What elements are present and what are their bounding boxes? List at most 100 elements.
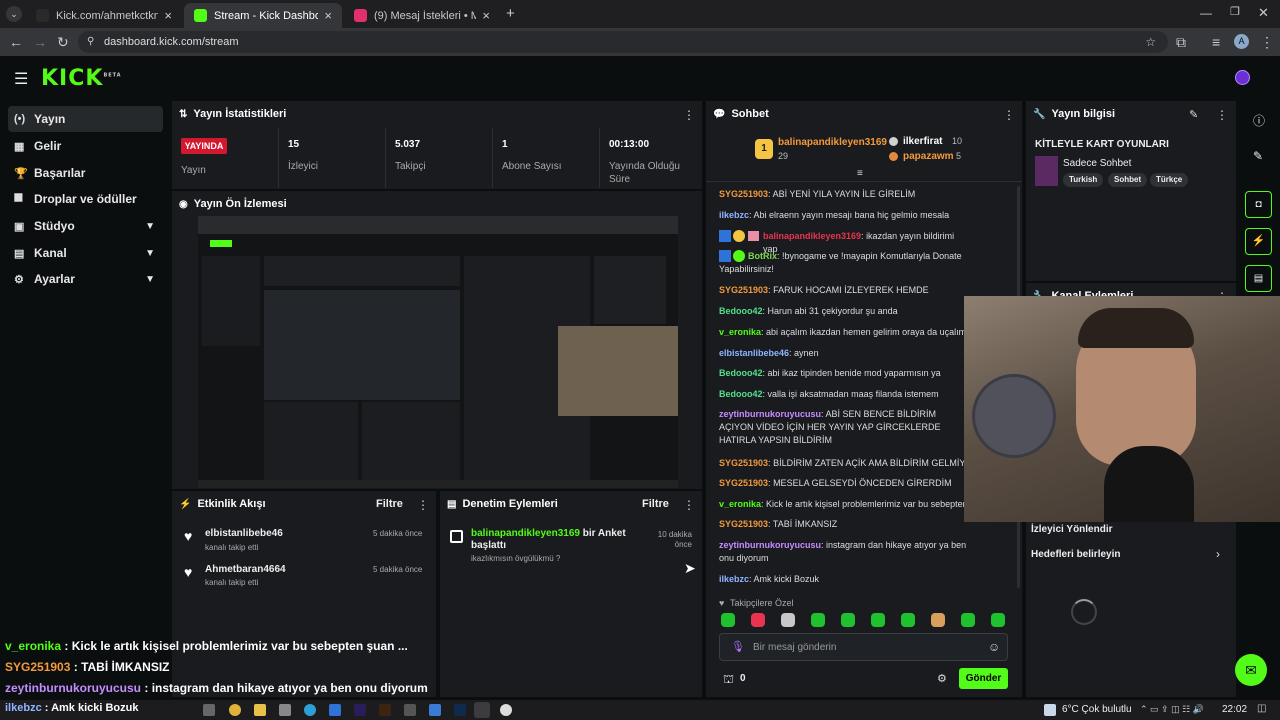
- close-tab-icon[interactable]: ×: [482, 8, 490, 23]
- close-window-icon[interactable]: ✕: [1258, 5, 1269, 21]
- chat-user[interactable]: ilkebzc: [719, 210, 749, 220]
- chat-user[interactable]: Bedooo42: [719, 389, 763, 399]
- sidebar-item-ayarlar[interactable]: ⚙ Ayarlar ▼: [8, 266, 163, 292]
- extensions-icon[interactable]: ⧉: [1176, 34, 1186, 51]
- info-icon[interactable]: ⓘ: [1253, 112, 1265, 129]
- chevron-right-icon[interactable]: ›: [1216, 547, 1220, 561]
- emote-icon[interactable]: [811, 613, 825, 627]
- pinned-toggle-icon[interactable]: ≡: [857, 168, 863, 179]
- photoshop-icon[interactable]: [454, 704, 466, 716]
- emote-icon[interactable]: [961, 613, 975, 627]
- second-gifter-name[interactable]: ilkerfirat: [903, 136, 942, 147]
- stream-preview-video[interactable]: [198, 216, 678, 488]
- hamburger-menu-icon[interactable]: ☰: [14, 69, 28, 89]
- browser-tab-kick-channel[interactable]: Kick.com/ahmetkctkn ×: [26, 3, 182, 28]
- chat-input[interactable]: 🎙 Bir mesaj gönderin ☺: [719, 633, 1008, 661]
- filter-button[interactable]: Filtre: [642, 498, 669, 510]
- close-tab-icon[interactable]: ×: [324, 8, 332, 23]
- chat-user[interactable]: elbistanlibebe46: [719, 348, 789, 358]
- set-goals-action[interactable]: Hedefleri belirleyin: [1031, 549, 1120, 560]
- chat-user[interactable]: zeytinburnukoruyucusu: [719, 409, 821, 419]
- chat-settings-icon[interactable]: ⚙: [937, 672, 947, 685]
- tray-icons[interactable]: ⌃ ▭ ⇪ ◫ ☷ 🔊: [1140, 704, 1204, 715]
- emote-icon[interactable]: [901, 613, 915, 627]
- bookmark-star-icon[interactable]: ☆: [1145, 35, 1156, 49]
- back-icon[interactable]: ←: [9, 34, 23, 50]
- third-gifter-name[interactable]: papazawm: [903, 151, 954, 162]
- chat-user[interactable]: SYG251903: [719, 478, 768, 488]
- tag-badge[interactable]: Türkçe: [1150, 173, 1189, 187]
- chrome-active-icon[interactable]: [474, 702, 490, 718]
- camera-tool-icon[interactable]: ◘: [1245, 191, 1272, 218]
- chat-user[interactable]: ilkebzc: [719, 574, 749, 584]
- help-chat-icon[interactable]: ✉: [1235, 654, 1267, 686]
- new-tab-button[interactable]: +: [506, 5, 515, 22]
- emote-icon[interactable]: [991, 613, 1005, 627]
- sidebar-item-droplar[interactable]: ⯀ Droplar ve ödüller: [8, 186, 163, 212]
- sidebar-item-studyo[interactable]: ▣ Stüdyo ▼: [8, 213, 163, 239]
- chat-user[interactable]: v_eronika: [719, 499, 761, 509]
- obs-icon[interactable]: [500, 704, 512, 716]
- chat-user[interactable]: v_eronika: [719, 327, 761, 337]
- sidebar-item-yayin[interactable]: (•) Yayın: [8, 106, 163, 132]
- chat-user[interactable]: balinapandikleyen3169: [763, 231, 861, 241]
- chrome-icon[interactable]: [229, 704, 241, 716]
- emote-icon[interactable]: [751, 613, 765, 627]
- user-avatar[interactable]: [1235, 70, 1250, 85]
- emote-icon[interactable]: [781, 613, 795, 627]
- notifications-icon[interactable]: ◫: [1257, 703, 1266, 714]
- emote-icon[interactable]: [931, 613, 945, 627]
- moderation-user[interactable]: balinapandikleyen3169: [471, 528, 580, 539]
- more-options-icon[interactable]: ⋮: [1003, 108, 1015, 122]
- browser-tab-kick-dashboard[interactable]: Stream - Kick Dashboard ×: [184, 3, 342, 28]
- browser-menu-icon[interactable]: ⋮: [1260, 34, 1274, 51]
- sidebar-item-gelir[interactable]: ▦ Gelir: [8, 133, 163, 159]
- minimize-window-icon[interactable]: —: [1200, 6, 1212, 20]
- edit-pencil-icon[interactable]: ✎: [1253, 149, 1263, 163]
- tag-badge[interactable]: Turkish: [1063, 173, 1104, 187]
- more-options-icon[interactable]: ⋮: [683, 498, 695, 512]
- app-icon[interactable]: [329, 704, 341, 716]
- chat-user[interactable]: Bedooo42: [719, 306, 763, 316]
- send-button[interactable]: Gönder: [959, 668, 1008, 689]
- emote-icon[interactable]: [721, 613, 735, 627]
- app-icon[interactable]: [429, 704, 441, 716]
- chat-user[interactable]: SYG251903: [719, 285, 768, 295]
- kick-logo[interactable]: KICKBETA: [41, 66, 122, 91]
- channel-points-icon[interactable]: ⛫: [723, 672, 734, 688]
- tag-badge[interactable]: Sohbet: [1108, 173, 1148, 187]
- reading-list-icon[interactable]: ≡: [1212, 34, 1220, 50]
- restore-window-icon[interactable]: ❐: [1230, 5, 1240, 18]
- task-view-icon[interactable]: [203, 704, 215, 716]
- edit-pencil-icon[interactable]: ✎: [1189, 108, 1198, 121]
- app-icon[interactable]: [279, 704, 291, 716]
- activity-user[interactable]: Ahmetbaran4664: [205, 564, 286, 575]
- profile-avatar[interactable]: A: [1234, 34, 1249, 49]
- redirect-viewers-action[interactable]: İzleyici Yönlendir: [1031, 524, 1113, 535]
- chat-user[interactable]: zeytinburnukoruyucusu: [719, 540, 821, 550]
- emote-icon[interactable]: [841, 613, 855, 627]
- filter-button[interactable]: Filtre: [376, 498, 403, 510]
- more-options-icon[interactable]: ⋮: [683, 108, 695, 122]
- microphone-icon[interactable]: 🎙: [731, 640, 745, 653]
- activity-user[interactable]: elbistanlibebe46: [205, 528, 283, 539]
- sidebar-item-basarilar[interactable]: 🏆 Başarılar: [8, 160, 163, 186]
- illustrator-icon[interactable]: [379, 704, 391, 716]
- top-gifter-name[interactable]: balinapandikleyen3169: [778, 137, 887, 148]
- emote-icon[interactable]: [871, 613, 885, 627]
- premiere-icon[interactable]: [354, 704, 366, 716]
- close-tab-icon[interactable]: ×: [164, 8, 172, 23]
- clipboard-tool-icon[interactable]: ▤: [1245, 265, 1272, 292]
- forward-icon[interactable]: →: [33, 34, 47, 50]
- address-bar[interactable]: ⚲ dashboard.kick.com/stream ☆: [78, 31, 1168, 53]
- browser-tab-instagram[interactable]: (9) Mesaj İstekleri • Mesajlar ×: [344, 3, 500, 28]
- app-icon[interactable]: [404, 704, 416, 716]
- chat-user[interactable]: SYG251903: [719, 189, 768, 199]
- sidebar-item-kanal[interactable]: ▤ Kanal ▼: [8, 240, 163, 266]
- site-info-icon[interactable]: ⚲: [87, 36, 94, 47]
- more-options-icon[interactable]: ⋮: [417, 498, 429, 512]
- chat-user[interactable]: BotRix: [748, 251, 777, 261]
- file-explorer-icon[interactable]: [254, 704, 266, 716]
- edge-icon[interactable]: [304, 704, 316, 716]
- more-options-icon[interactable]: ⋮: [1216, 108, 1228, 122]
